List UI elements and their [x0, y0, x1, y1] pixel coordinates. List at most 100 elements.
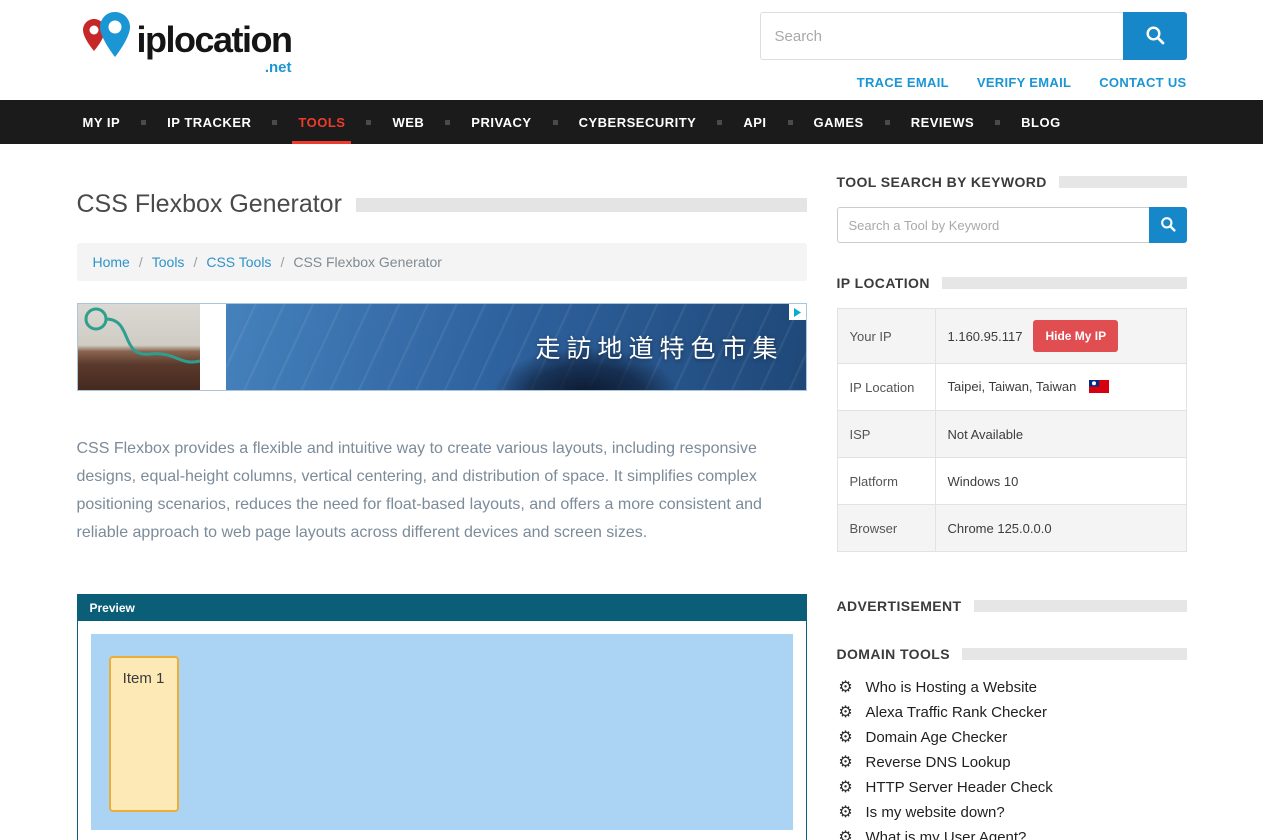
table-row: ISP Not Available — [837, 411, 1186, 458]
list-item: ⚙ Domain Age Checker — [837, 729, 1187, 746]
domain-tool-link[interactable]: Is my website down? — [866, 804, 1005, 821]
nav-item-ip-tracker[interactable]: IP TRACKER — [161, 100, 257, 144]
breadcrumb-home[interactable]: Home — [93, 254, 130, 270]
table-row: Browser Chrome 125.0.0.0 — [837, 505, 1186, 552]
preview-panel: Preview Item 1 — [77, 594, 807, 840]
domain-tools-list: ⚙ Who is Hosting a Website ⚙ Alexa Traff… — [837, 679, 1187, 840]
ad-main-image: 走訪地道特色市集 — [226, 304, 806, 390]
nav-separator — [366, 120, 371, 125]
ip-location-value: Taipei, Taiwan, Taiwan — [948, 379, 1077, 394]
adchoices-icon[interactable] — [789, 304, 806, 320]
sidebar: TOOL SEARCH BY KEYWORD IP LOCATION Y — [837, 144, 1187, 840]
domain-tool-link[interactable]: Reverse DNS Lookup — [866, 754, 1011, 771]
breadcrumb-separator: / — [193, 254, 197, 270]
ad-banner[interactable]: 走訪地道特色市集 — [77, 303, 807, 391]
verify-email-link[interactable]: VERIFY EMAIL — [977, 75, 1071, 90]
list-item: ⚙ Reverse DNS Lookup — [837, 754, 1187, 771]
nav-item-games[interactable]: GAMES — [808, 100, 870, 144]
breadcrumb-current: CSS Flexbox Generator — [293, 254, 442, 270]
heading-decoration-bar — [962, 648, 1187, 660]
domain-tools-heading: DOMAIN TOOLS — [837, 646, 1187, 662]
list-item: ⚙ Is my website down? — [837, 804, 1187, 821]
breadcrumb-css-tools[interactable]: CSS Tools — [206, 254, 271, 270]
table-row: IP Location Taipei, Taiwan, Taiwan — [837, 364, 1186, 411]
heading-decoration-bar — [942, 277, 1187, 289]
site-header: iplocation .net TRACE EMAIL VERIF — [0, 0, 1263, 100]
heading-decoration-bar — [1059, 176, 1187, 188]
advertisement-heading: ADVERTISEMENT — [837, 598, 1187, 614]
nav-item-web[interactable]: WEB — [386, 100, 430, 144]
tool-search-button[interactable] — [1149, 207, 1187, 243]
nav-item-cybersecurity[interactable]: CYBERSECURITY — [573, 100, 703, 144]
tool-search-input[interactable] — [837, 207, 1149, 243]
nav-item-blog[interactable]: BLOG — [1015, 100, 1067, 144]
ip-row-label: IP Location — [837, 364, 935, 411]
list-item: ⚙ What is my User Agent? — [837, 829, 1187, 840]
page-title-text: CSS Flexbox Generator — [77, 190, 342, 219]
table-row: Platform Windows 10 — [837, 458, 1186, 505]
domain-tool-link[interactable]: Who is Hosting a Website — [866, 679, 1037, 696]
domain-tool-link[interactable]: What is my User Agent? — [866, 829, 1027, 840]
nav-separator — [717, 120, 722, 125]
your-ip-value: 1.160.95.117 — [948, 329, 1023, 344]
nav-item-privacy[interactable]: PRIVACY — [465, 100, 537, 144]
title-decoration-bar — [356, 198, 807, 212]
contact-us-link[interactable]: CONTACT US — [1099, 75, 1186, 90]
domain-tool-link[interactable]: HTTP Server Header Check — [866, 779, 1053, 796]
logo-text: iplocation — [137, 22, 292, 58]
page-title: CSS Flexbox Generator — [77, 190, 807, 219]
main-content: CSS Flexbox Generator Home / Tools / CSS… — [77, 144, 807, 840]
header-search-button[interactable] — [1123, 12, 1187, 60]
gear-icon: ⚙ — [837, 730, 855, 746]
header-links: TRACE EMAIL VERIFY EMAIL CONTACT US — [857, 75, 1187, 90]
preview-panel-header: Preview — [78, 595, 806, 621]
logo-pin-icon — [77, 12, 135, 73]
platform-value: Windows 10 — [935, 458, 1186, 505]
gear-icon: ⚙ — [837, 805, 855, 821]
flex-preview-container: Item 1 — [91, 634, 793, 830]
nav-separator — [553, 120, 558, 125]
nav-separator — [141, 120, 146, 125]
tool-description: CSS Flexbox provides a flexible and intu… — [77, 435, 783, 548]
nav-item-tools[interactable]: TOOLS — [292, 100, 351, 144]
gear-icon: ⚙ — [837, 755, 855, 771]
preview-panel-body: Item 1 — [78, 621, 806, 840]
gear-icon: ⚙ — [837, 830, 855, 840]
heading-decoration-bar — [974, 600, 1187, 612]
breadcrumb: Home / Tools / CSS Tools / CSS Flexbox G… — [77, 243, 807, 281]
search-icon — [1160, 216, 1176, 235]
isp-value: Not Available — [935, 411, 1186, 458]
ip-location-table: Your IP 1.160.95.117 Hide My IP IP Locat… — [837, 308, 1187, 552]
taiwan-flag-icon — [1089, 381, 1109, 396]
nav-item-reviews[interactable]: REVIEWS — [905, 100, 980, 144]
nav-item-my-ip[interactable]: MY IP — [77, 100, 127, 144]
ad-photo-image — [78, 304, 200, 390]
tool-search — [837, 207, 1187, 243]
nav-separator — [445, 120, 450, 125]
flex-preview-item: Item 1 — [109, 656, 179, 812]
ad-headline: 走訪地道特色市集 — [535, 329, 783, 365]
logo[interactable]: iplocation .net — [77, 12, 292, 76]
nav-separator — [885, 120, 890, 125]
hide-my-ip-button[interactable]: Hide My IP — [1033, 320, 1118, 352]
header-search — [760, 12, 1187, 60]
tool-search-heading: TOOL SEARCH BY KEYWORD — [837, 174, 1187, 190]
nav-separator — [995, 120, 1000, 125]
trace-email-link[interactable]: TRACE EMAIL — [857, 75, 949, 90]
breadcrumb-separator: / — [280, 254, 284, 270]
table-row: Your IP 1.160.95.117 Hide My IP — [837, 309, 1186, 364]
list-item: ⚙ HTTP Server Header Check — [837, 779, 1187, 796]
domain-tool-link[interactable]: Alexa Traffic Rank Checker — [866, 704, 1047, 721]
breadcrumb-tools[interactable]: Tools — [152, 254, 185, 270]
logo-tld: .net — [137, 59, 292, 76]
ip-row-label: Platform — [837, 458, 935, 505]
search-icon — [1145, 25, 1165, 48]
ip-location-heading: IP LOCATION — [837, 275, 1187, 291]
nav-separator — [788, 120, 793, 125]
domain-tool-link[interactable]: Domain Age Checker — [866, 729, 1008, 746]
nav-item-api[interactable]: API — [737, 100, 772, 144]
ip-row-label: Browser — [837, 505, 935, 552]
gear-icon: ⚙ — [837, 680, 855, 696]
list-item: ⚙ Alexa Traffic Rank Checker — [837, 704, 1187, 721]
header-search-input[interactable] — [760, 12, 1123, 60]
